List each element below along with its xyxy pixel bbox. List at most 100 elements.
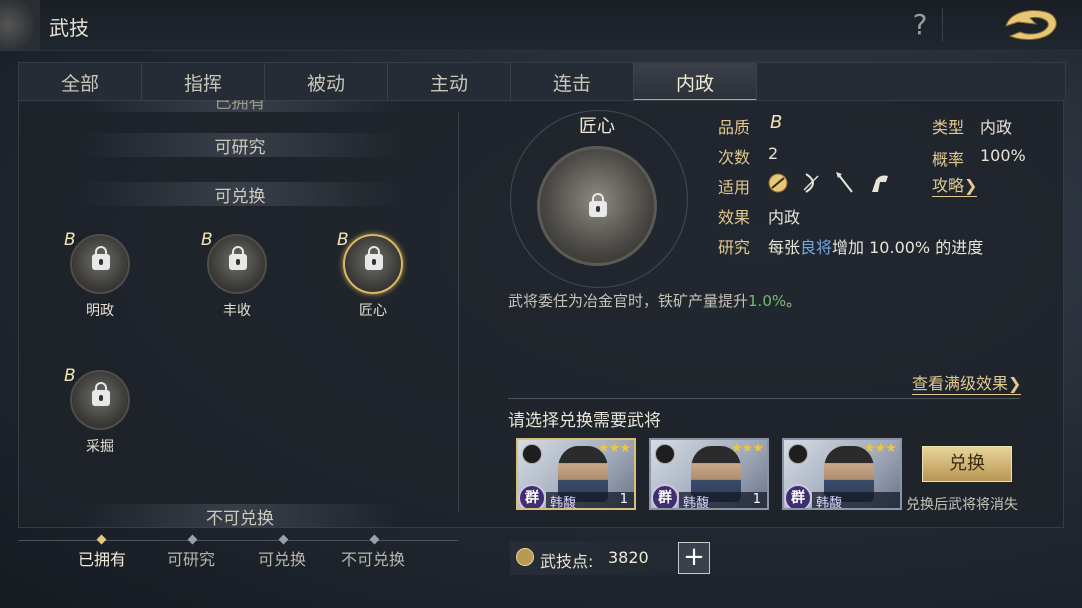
skill-points-value: 3820 <box>608 548 649 567</box>
type-value: 内政 <box>980 118 1013 137</box>
type-label: 类型 <box>932 118 965 137</box>
effect-value: 内政 <box>768 208 801 227</box>
general-card[interactable]: ★★★ 群 韩馥 1 <box>516 438 636 510</box>
lock-icon <box>229 246 247 270</box>
general-name: 韩馥 <box>550 496 577 510</box>
weapon-icon <box>522 444 542 464</box>
section-header-exchangeable: 可兑换 <box>80 182 400 207</box>
research-suffix: 增加 10.00% 的进度 <box>832 238 984 257</box>
grade-badge: B <box>64 230 76 250</box>
count-value: 2 <box>768 144 779 163</box>
help-icon[interactable]: ? <box>906 8 934 42</box>
section-header-not-exchangeable: 不可兑换 <box>80 504 400 528</box>
skill-icon: B <box>201 230 267 294</box>
apply-icons <box>768 172 888 193</box>
skill-name: 明政 <box>86 303 114 319</box>
skill-list[interactable]: 已拥有 可研究 可兑换 B 明政 B 丰收 B 匠心 B 采掘 不可兑换 <box>20 100 456 528</box>
grade-badge: B <box>337 230 349 250</box>
count-label: 次数 <box>718 148 751 167</box>
weapon-icon <box>788 444 808 464</box>
quality-label: 品质 <box>718 118 751 137</box>
filter-tab-researchable[interactable]: 可研究 <box>167 546 215 570</box>
section-header-owned: 已拥有 <box>80 100 400 113</box>
general-name: 韩馥 <box>683 496 710 510</box>
tab-active[interactable]: 主动 <box>388 63 511 101</box>
skill-icon: B <box>64 366 130 430</box>
skill-detail-name: 匠心 <box>579 116 615 137</box>
category-tabs: 全部 指挥 被动 主动 连击 内政 <box>18 62 1066 102</box>
general-name: 韩馥 <box>816 496 843 510</box>
research-highlight: 良将 <box>800 238 833 257</box>
lock-icon <box>92 246 110 270</box>
rate-value: 100% <box>980 146 1026 165</box>
star-rating: ★★★ <box>598 441 631 456</box>
skill-name: 采掘 <box>86 439 114 455</box>
skill-name: 匠心 <box>359 303 387 319</box>
dragon-back-icon <box>1005 10 1057 40</box>
panel-divider <box>458 112 459 512</box>
lock-icon <box>589 193 607 217</box>
section-divider <box>508 398 1020 399</box>
filter-line <box>18 540 458 541</box>
spear-icon <box>836 172 853 193</box>
faction-badge: 群 <box>518 484 546 508</box>
divider <box>942 8 943 42</box>
star-rating: ★★★ <box>731 441 764 456</box>
grade-badge: B <box>64 366 76 386</box>
filter-tab-not-exchangeable[interactable]: 不可兑换 <box>341 546 405 570</box>
faction-badge: 群 <box>651 484 679 508</box>
diamond-icon <box>96 534 107 545</box>
weapon-icon <box>655 444 675 464</box>
tab-combo[interactable]: 连击 <box>511 63 634 101</box>
faction-badge: 群 <box>784 484 812 508</box>
diamond-icon <box>187 534 198 545</box>
star-rating: ★★★ <box>864 441 897 456</box>
exchange-note: 兑换后武将将消失 <box>906 497 1018 513</box>
skill-name: 丰收 <box>223 303 251 319</box>
tab-domestic[interactable]: 内政 <box>634 63 757 101</box>
skill-item-fengshou[interactable]: B 丰收 <box>197 230 277 320</box>
lock-icon <box>92 382 110 406</box>
skill-item-caijue[interactable]: B 采掘 <box>60 366 140 456</box>
bow-icon <box>803 173 819 193</box>
skill-points-label: 武技点: <box>540 552 594 571</box>
quality-value: B <box>770 112 783 133</box>
exchange-title: 请选择兑换需要武将 <box>508 411 661 431</box>
skill-detail-icon <box>537 146 657 266</box>
page-title: 武技 <box>49 16 89 40</box>
general-count: 1 <box>619 492 628 507</box>
filter-tab-exchangeable[interactable]: 可兑换 <box>258 546 306 570</box>
horse-icon <box>872 175 888 192</box>
diamond-icon <box>369 534 380 545</box>
effect-desc-percent: 1.0% <box>748 292 787 310</box>
skill-item-mingzheng[interactable]: B 明政 <box>60 230 140 320</box>
top-bar: 武技 ? <box>0 0 1082 51</box>
grade-badge: B <box>201 230 213 250</box>
tab-passive[interactable]: 被动 <box>265 63 388 101</box>
effect-description: 武将委任为冶金官时，铁矿产量提升1.0%。 <box>508 290 801 311</box>
skill-point-icon <box>516 548 534 566</box>
tab-command[interactable]: 指挥 <box>142 63 265 101</box>
apply-label: 适用 <box>718 178 751 197</box>
effect-label: 效果 <box>718 208 751 227</box>
general-card[interactable]: ★★★ 群 韩馥 1 <box>649 438 769 510</box>
research-label: 研究 <box>718 238 751 257</box>
filter-tab-owned[interactable]: 已拥有 <box>78 546 126 570</box>
back-button[interactable] <box>1000 6 1062 44</box>
tab-all[interactable]: 全部 <box>19 63 142 101</box>
strategy-link[interactable]: 攻略❯ <box>932 172 978 197</box>
lock-icon <box>365 246 383 270</box>
skill-icon: B <box>64 230 130 294</box>
max-effect-link[interactable]: 查看满级效果❯ <box>912 370 1022 395</box>
skill-item-jiangxin[interactable]: B 匠心 <box>333 230 413 320</box>
general-count: 1 <box>752 492 761 507</box>
diamond-icon <box>278 534 289 545</box>
exchange-button[interactable]: 兑换 <box>922 446 1012 482</box>
general-card[interactable]: ★★★ 群 韩馥 <box>782 438 902 510</box>
skill-icon: B <box>337 230 403 294</box>
effect-desc-suffix: 。 <box>786 292 802 310</box>
add-points-button[interactable]: + <box>678 542 710 574</box>
rate-label: 概率 <box>932 150 965 169</box>
research-prefix: 每张 <box>768 238 801 257</box>
emblem-icon <box>0 0 40 50</box>
